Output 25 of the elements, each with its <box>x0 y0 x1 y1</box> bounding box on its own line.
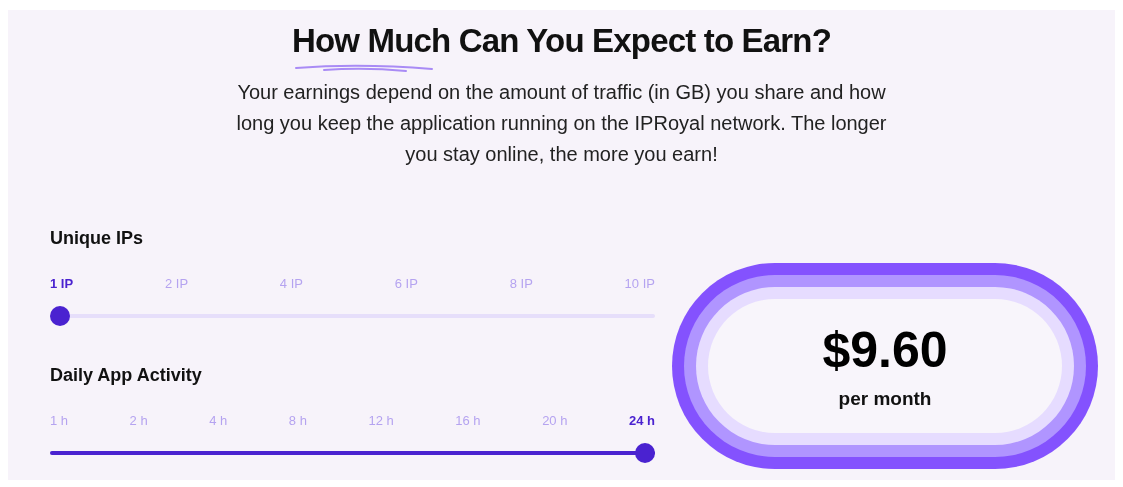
tick-label[interactable]: 2 h <box>129 414 148 427</box>
tick-label[interactable]: 20 h <box>542 414 568 427</box>
tick-label[interactable]: 4 IP <box>279 277 303 290</box>
underline-squiggle-icon <box>294 62 435 72</box>
page-title: How Much Can You Expect to Earn? <box>292 24 831 57</box>
slider[interactable] <box>50 443 655 463</box>
tick-label[interactable]: 4 h <box>209 414 228 427</box>
tick-label[interactable]: 16 h <box>455 414 481 427</box>
tick-label[interactable]: 1 IP <box>50 277 74 290</box>
tick-label[interactable]: 1 h <box>50 414 69 427</box>
tick-label[interactable]: 24 h <box>628 414 655 427</box>
tick-label[interactable]: 2 IP <box>164 277 189 290</box>
description: Your earnings depend on the amount of traffic (in GB) you share and how long you keep the application running on the IPRoyal network. The longer you stay online, the more you earn! <box>235 80 888 167</box>
tick-label[interactable]: 10 IP <box>624 277 655 290</box>
slider-thumb[interactable] <box>50 306 70 326</box>
tick-label[interactable]: 12 h <box>368 414 394 427</box>
slider[interactable] <box>50 306 655 326</box>
slider-label: Daily App Activity <box>50 366 203 384</box>
tick-label[interactable]: 8 h <box>288 414 307 427</box>
tick-label[interactable]: 8 IP <box>509 277 533 290</box>
slider-thumb[interactable] <box>635 443 655 463</box>
slider-label: Unique IPs <box>50 229 144 247</box>
earnings-period: per month <box>838 388 932 408</box>
tick-label[interactable]: 6 IP <box>394 277 418 290</box>
earnings-amount: $9.60 <box>822 324 948 375</box>
